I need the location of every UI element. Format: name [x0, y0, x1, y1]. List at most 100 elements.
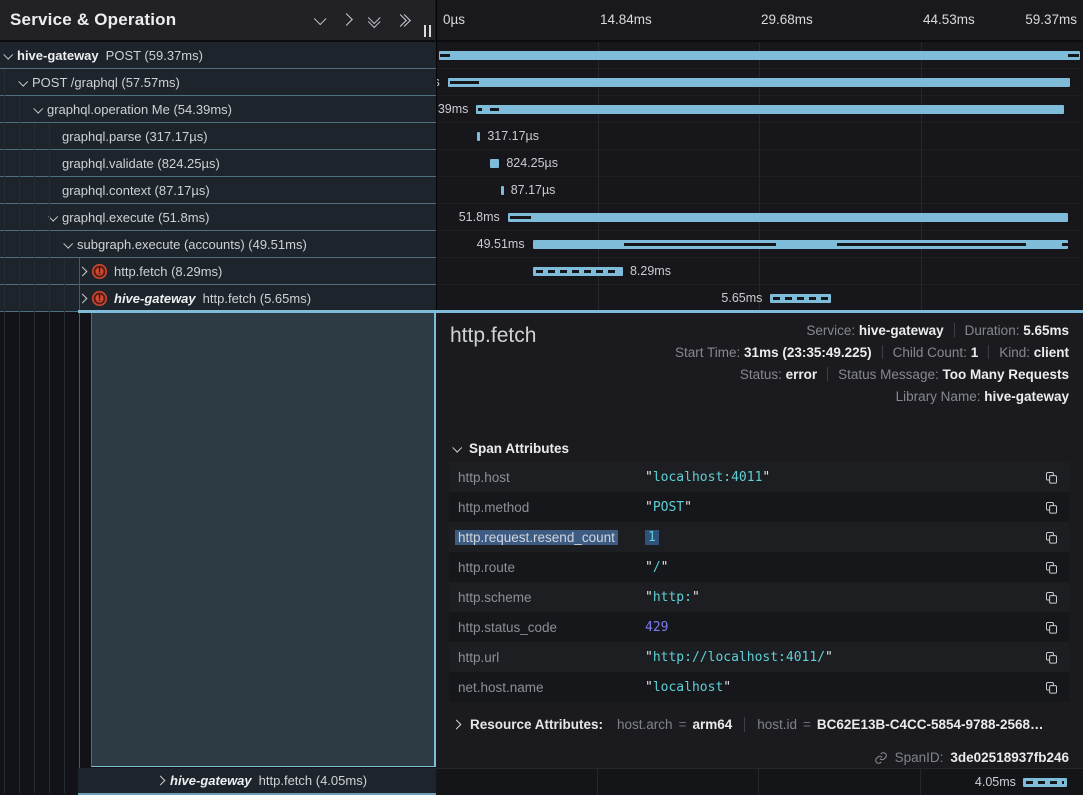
attribute-row[interactable]: http.status_code429	[449, 612, 1069, 642]
span-meta-line: Library Name: hive-gateway	[675, 386, 1069, 408]
copy-value-button[interactable]	[1033, 619, 1069, 635]
chevron-down-icon[interactable]	[3, 49, 13, 59]
tree-row[interactable]: !http.fetch (8.29ms)	[0, 258, 436, 285]
attribute-row[interactable]: net.host.name"localhost"	[449, 672, 1069, 702]
duration-label: 5.65ms	[721, 291, 762, 305]
collapse-all-icon[interactable]	[369, 14, 378, 27]
span-bar[interactable]	[533, 240, 1068, 249]
meta-value: 31ms (23:35:49.225)	[744, 345, 872, 360]
span-tree: hive-gatewayPOST (59.37ms)POST /graphql …	[0, 42, 436, 312]
meta-value: hive-gateway	[859, 323, 944, 338]
span-bar[interactable]	[508, 213, 1068, 222]
copy-value-button[interactable]	[1033, 469, 1069, 485]
tree-row[interactable]: hive-gatewayPOST (59.37ms)	[0, 42, 436, 69]
timeline-row[interactable]: 5.65ms	[437, 285, 1083, 312]
tree-row[interactable]: hive-gateway http.fetch (4.05ms)	[78, 768, 436, 795]
indent-guide	[4, 69, 5, 793]
span-attributes-header[interactable]: Span Attributes	[453, 441, 569, 456]
copy-value-button[interactable]	[1033, 529, 1069, 545]
timeline-row[interactable]: 824.25µs	[437, 150, 1083, 177]
chevron-down-icon[interactable]	[33, 103, 43, 113]
span-label: graphql.context (87.17µs)	[62, 183, 210, 198]
span-meta-line: Service: hive-gatewayDuration: 5.65ms	[675, 320, 1069, 342]
timeline-bottom-row: 4.05ms	[436, 768, 1083, 795]
span-bar[interactable]	[490, 159, 499, 168]
tree-row[interactable]: graphql.validate (824.25µs)	[0, 150, 436, 177]
copy-value-button[interactable]	[1033, 679, 1069, 695]
timeline-row[interactable]	[437, 42, 1083, 69]
span-bar[interactable]	[533, 267, 623, 276]
link-icon[interactable]	[874, 751, 888, 765]
chevron-down-icon[interactable]	[63, 238, 73, 248]
span-label: graphql.execute (51.8ms)	[62, 210, 209, 225]
panel-resize-handle[interactable]	[424, 25, 431, 37]
timeline-row[interactable]: 49.51ms	[437, 231, 1083, 258]
attribute-row[interactable]: http.request.resend_count1	[449, 522, 1069, 552]
string-value: http://localhost:4011/	[653, 650, 825, 665]
copy-value-button[interactable]	[1033, 559, 1069, 575]
timeline-row[interactable]: 57.57ms	[437, 69, 1083, 96]
copy-value-button[interactable]	[1033, 649, 1069, 665]
indent-guide-active	[79, 258, 80, 768]
meta-value: client	[1034, 345, 1069, 360]
tree-row[interactable]: graphql.parse (317.17µs)	[0, 123, 436, 150]
span-bar[interactable]	[477, 132, 480, 141]
attribute-key: http.host	[449, 470, 645, 485]
tree-row[interactable]: graphql.execute (51.8ms)	[0, 204, 436, 231]
span-bar[interactable]	[1023, 778, 1067, 787]
resource-attr-key: host.id	[757, 717, 797, 732]
tree-row[interactable]: graphql.context (87.17µs)	[0, 177, 436, 204]
tree-header-icons	[315, 0, 409, 40]
expand-all-icon[interactable]	[396, 16, 409, 25]
span-bar[interactable]	[501, 186, 504, 195]
resource-attributes-row[interactable]: Resource Attributes: host.arch = arm64 h…	[453, 717, 1069, 732]
service-name: hive-gateway	[170, 773, 252, 788]
attribute-row[interactable]: http.scheme"http:"	[449, 582, 1069, 612]
attribute-key: net.host.name	[449, 680, 645, 695]
span-bar[interactable]	[770, 294, 831, 303]
span-bar[interactable]	[439, 51, 1081, 60]
meta-value: 1	[971, 345, 979, 360]
timeline-row[interactable]: 4.05ms	[436, 769, 1083, 795]
timeline-row[interactable]: 8.29ms	[437, 258, 1083, 285]
quote: "	[684, 500, 692, 515]
string-value: localhost:4011	[653, 470, 763, 485]
timeline-row[interactable]: 54.39ms	[437, 96, 1083, 123]
copy-value-button[interactable]	[1033, 499, 1069, 515]
copy-icon	[1044, 530, 1059, 545]
resource-attr-value: arm64	[692, 717, 732, 732]
copy-value-button[interactable]	[1033, 589, 1069, 605]
span-label: graphql.operation Me (54.39ms)	[47, 102, 232, 117]
child-span-mark	[510, 216, 531, 219]
timeline-row[interactable]: 87.17µs	[437, 177, 1083, 204]
tree-row[interactable]: graphql.operation Me (54.39ms)	[0, 96, 436, 123]
tree-row[interactable]: POST /graphql (57.57ms)	[0, 69, 436, 96]
attribute-value: "http://localhost:4011/"	[645, 650, 1033, 665]
resource-attr-value: BC62E13B-C4CC-5854-9788-2568…	[817, 717, 1044, 732]
span-bar[interactable]	[448, 78, 1070, 87]
chevron-down-icon[interactable]	[18, 76, 28, 86]
timeline-row[interactable]: 51.8ms	[437, 204, 1083, 231]
tick-label: 44.53ms	[923, 12, 975, 27]
tree-row[interactable]: !hive-gatewayhttp.fetch (5.65ms)	[0, 285, 436, 312]
duration-label: 317.17µs	[487, 129, 539, 143]
span-label: http.fetch (4.05ms)	[259, 773, 367, 788]
attribute-row[interactable]: http.method"POST"	[449, 492, 1069, 522]
meta-label: Library Name:	[896, 389, 985, 404]
attribute-row[interactable]: http.url"http://localhost:4011/"	[449, 642, 1069, 672]
span-detail-title: http.fetch	[450, 324, 536, 348]
chevron-right-icon[interactable]	[156, 776, 166, 786]
quote: "	[645, 500, 653, 515]
expand-one-icon[interactable]	[342, 11, 351, 29]
duration-label: 54.39ms	[436, 102, 468, 116]
service-name: hive-gateway	[17, 48, 99, 63]
span-id-value: 3de02518937fb246	[950, 750, 1069, 765]
attribute-row[interactable]: http.host"localhost:4011"	[449, 462, 1069, 492]
span-id-row: SpanID: 3de02518937fb246	[874, 750, 1069, 765]
tree-row[interactable]: subgraph.execute (accounts) (49.51ms)	[0, 231, 436, 258]
span-bar[interactable]	[476, 105, 1064, 114]
attribute-row[interactable]: http.route"/"	[449, 552, 1069, 582]
resource-attributes-title: Resource Attributes:	[470, 717, 603, 732]
collapse-one-icon[interactable]	[315, 11, 324, 29]
timeline-row[interactable]: 317.17µs	[437, 123, 1083, 150]
